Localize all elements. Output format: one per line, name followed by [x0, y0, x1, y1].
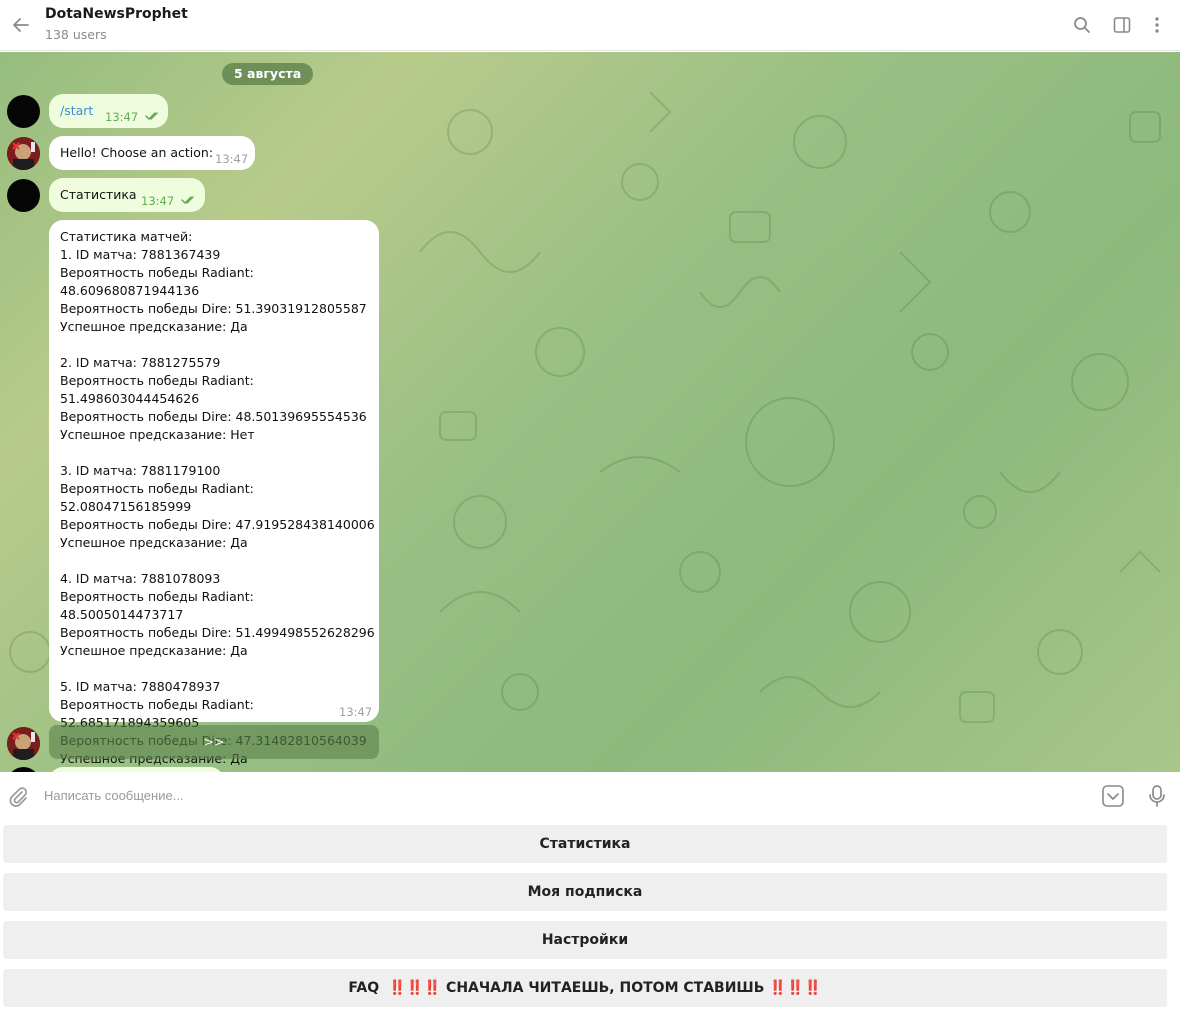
more-options-button[interactable]	[1142, 10, 1172, 40]
keyboard-button-subscription[interactable]: Моя подписка	[3, 873, 1167, 911]
faq-text: СНАЧАЛА ЧИТАЕШЬ, ПОТОМ СТАВИШЬ	[446, 980, 765, 996]
bot-avatar[interactable]	[7, 727, 40, 760]
keyboard-button-settings[interactable]: Настройки	[3, 921, 1167, 959]
statistics-text: Статистика матчей: 1. ID матча: 78813674…	[60, 229, 375, 766]
sidebar-icon	[1113, 17, 1131, 33]
message-bubble[interactable]: Статистика 13:47	[49, 178, 205, 212]
double-exclamation-icon: ‼️‼️‼️	[769, 980, 822, 996]
sidebar-toggle-button[interactable]	[1107, 10, 1137, 40]
search-icon	[1074, 17, 1090, 33]
keyboard-button-statistics[interactable]: Статистика	[3, 825, 1167, 863]
member-count: 138 users	[45, 27, 107, 42]
bot-avatar-image	[7, 727, 40, 760]
search-button[interactable]	[1067, 10, 1097, 40]
bot-avatar[interactable]	[7, 137, 40, 170]
message-text: Статистика	[60, 187, 137, 202]
message-text[interactable]: /start	[60, 102, 93, 120]
message-composer	[0, 772, 1180, 818]
next-page-button[interactable]: >>	[49, 725, 379, 759]
attach-button[interactable]	[4, 782, 32, 810]
back-button[interactable]	[6, 10, 36, 40]
date-separator: 5 августа	[222, 63, 314, 85]
paperclip-icon	[9, 787, 28, 807]
bot-avatar-image	[7, 137, 40, 170]
user-avatar[interactable]	[7, 95, 40, 128]
message-text: Hello! Choose an action:	[60, 145, 214, 160]
faq-label: FAQ	[348, 980, 380, 996]
arrow-left-icon	[13, 18, 29, 32]
double-check-icon	[145, 112, 158, 121]
user-avatar[interactable]	[7, 179, 40, 212]
chat-title[interactable]: DotaNewsProphet	[45, 6, 188, 22]
more-vertical-icon	[1155, 17, 1159, 33]
bot-keyboard-toggle[interactable]	[1100, 783, 1126, 809]
keyboard-button-faq[interactable]: FAQ ‼️‼️‼️ СНАЧАЛА ЧИТАЕШЬ, ПОТОМ СТАВИШ…	[3, 969, 1167, 1007]
telegram-window: DotaNewsProphet 138 users 5 августа /sta…	[0, 0, 1180, 1011]
statistics-message[interactable]: Статистика матчей: 1. ID матча: 78813674…	[49, 220, 379, 766]
double-check-icon	[181, 196, 194, 205]
message-bubble[interactable]: Hello! Choose an action: 13:47	[49, 136, 255, 170]
message-input[interactable]	[44, 784, 1084, 806]
keyboard-chevron-icon	[1102, 785, 1124, 807]
message-bubble[interactable]: /start 13:47	[49, 94, 168, 128]
message-time: 13:47	[105, 110, 139, 124]
bot-reply-keyboard: Статистика Моя подписка Настройки FAQ ‼️…	[0, 818, 1180, 1011]
double-exclamation-icon: ‼️‼️‼️	[388, 980, 442, 996]
chat-history[interactable]: 5 августа /start 13:47 Hello! Choose an …	[0, 52, 1180, 772]
microphone-icon	[1149, 785, 1165, 807]
message-time: 13:47	[215, 152, 249, 166]
chat-header: DotaNewsProphet 138 users	[0, 0, 1180, 51]
message-time: 13:47	[339, 705, 373, 719]
voice-message-button[interactable]	[1143, 782, 1171, 810]
message-time: 13:47	[141, 194, 175, 208]
